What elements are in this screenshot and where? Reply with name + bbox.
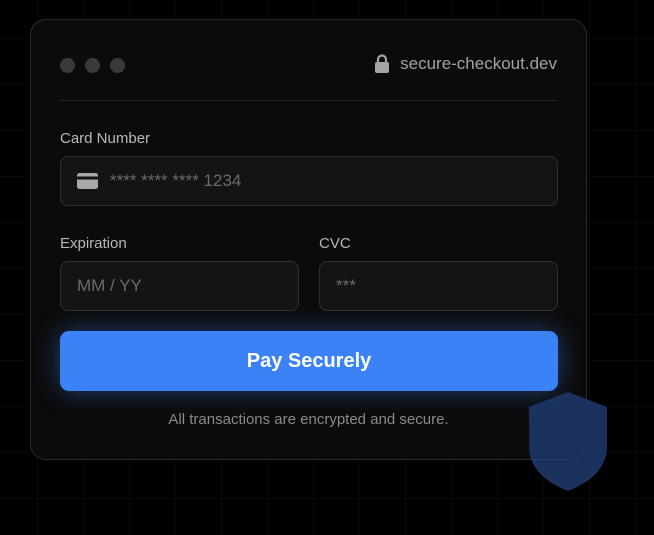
url-bar: secure-checkout.dev bbox=[374, 54, 557, 74]
window-dot-minimize[interactable] bbox=[85, 58, 100, 73]
cvc-placeholder: *** bbox=[336, 276, 356, 295]
lock-icon bbox=[375, 54, 390, 73]
security-note: All transactions are encrypted and secur… bbox=[168, 411, 449, 428]
window-dot-close[interactable] bbox=[60, 58, 75, 73]
header-divider bbox=[60, 100, 557, 101]
expiration-label: Expiration bbox=[60, 235, 127, 252]
window-dot-maximize[interactable] bbox=[110, 58, 125, 73]
pay-securely-button[interactable]: Pay Securely bbox=[60, 331, 558, 391]
card-number-label: Card Number bbox=[60, 130, 151, 147]
card-number-placeholder: **** **** **** 1234 bbox=[110, 171, 242, 190]
expiration-input[interactable]: MM / YY bbox=[60, 261, 299, 311]
credit-card-icon bbox=[77, 173, 98, 189]
url-text: secure-checkout.dev bbox=[400, 54, 557, 73]
shield-icon bbox=[529, 392, 607, 491]
cvc-input[interactable]: *** bbox=[319, 261, 558, 311]
window-controls bbox=[60, 58, 125, 73]
checkout-card: secure-checkout.dev Card Number **** ***… bbox=[30, 19, 587, 460]
card-number-input[interactable]: **** **** **** 1234 bbox=[60, 156, 558, 206]
expiration-placeholder: MM / YY bbox=[77, 276, 142, 295]
cvc-label: CVC bbox=[319, 235, 351, 252]
